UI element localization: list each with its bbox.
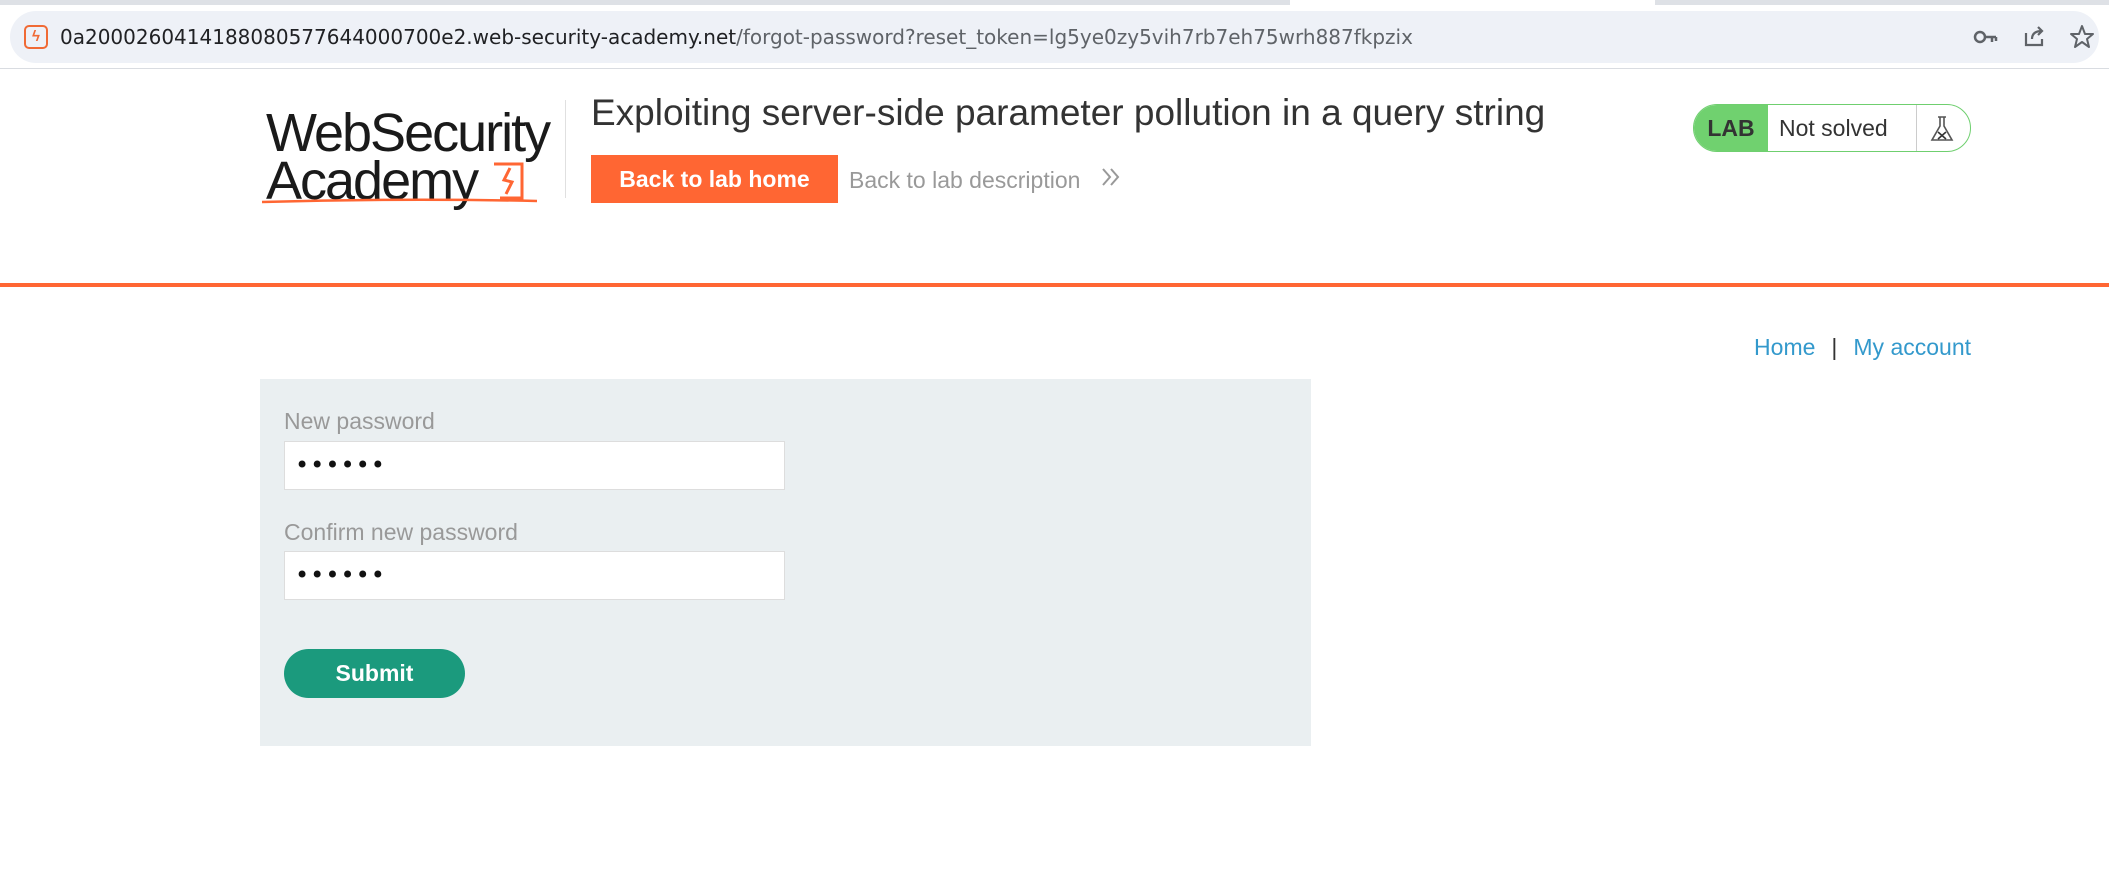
header-rule	[0, 283, 2109, 287]
browser-toolbar: ϟ 0a2000260414188080577644000700e2.web-s…	[0, 0, 2109, 69]
url-text[interactable]: 0a2000260414188080577644000700e2.web-sec…	[60, 25, 1413, 49]
header-divider	[565, 100, 566, 198]
star-icon[interactable]	[2068, 23, 2096, 51]
home-link[interactable]: Home	[1754, 334, 1815, 360]
back-to-lab-home-button[interactable]: Back to lab home	[591, 155, 838, 203]
lab-badge-tag: LAB	[1694, 105, 1768, 151]
account-nav: Home | My account	[1754, 334, 1971, 361]
new-password-label: New password	[284, 408, 435, 434]
lab-status-text: Not solved	[1779, 115, 1888, 141]
key-icon[interactable]	[1972, 23, 2000, 51]
url-host: 0a2000260414188080577644000700e2.web-sec…	[60, 25, 737, 49]
site-favicon-icon: ϟ	[24, 25, 48, 49]
web-security-academy-logo[interactable]: WebSecurity Academy	[260, 98, 560, 211]
address-bar[interactable]: ϟ 0a2000260414188080577644000700e2.web-s…	[10, 11, 2099, 63]
new-password-field[interactable]: ••••••	[284, 441, 785, 490]
logo-underline	[262, 198, 537, 204]
back-to-lab-description-link[interactable]: Back to lab description	[849, 167, 1080, 194]
submit-button[interactable]: Submit	[284, 649, 465, 698]
confirm-password-label: Confirm new password	[284, 519, 518, 545]
logo-bolt-icon	[494, 162, 524, 200]
my-account-link[interactable]: My account	[1853, 334, 1971, 360]
reset-password-form: New password •••••• Confirm new password…	[260, 379, 1311, 746]
flask-icon	[1930, 116, 1954, 141]
double-chevron-right-icon[interactable]	[1100, 164, 1122, 197]
lab-status-badge: LAB Not solved	[1693, 104, 1971, 152]
confirm-password-field[interactable]: ••••••	[284, 551, 785, 600]
tab-strip	[0, 0, 2109, 5]
badge-divider	[1916, 105, 1917, 151]
url-path: /forgot-password?reset_token=lg5ye0zy5vi…	[736, 25, 1413, 49]
nav-separator: |	[1831, 334, 1838, 360]
share-icon[interactable]	[2020, 23, 2048, 51]
lab-title: Exploiting server-side parameter polluti…	[591, 92, 1546, 133]
active-tab-edge[interactable]	[1290, 0, 1655, 5]
